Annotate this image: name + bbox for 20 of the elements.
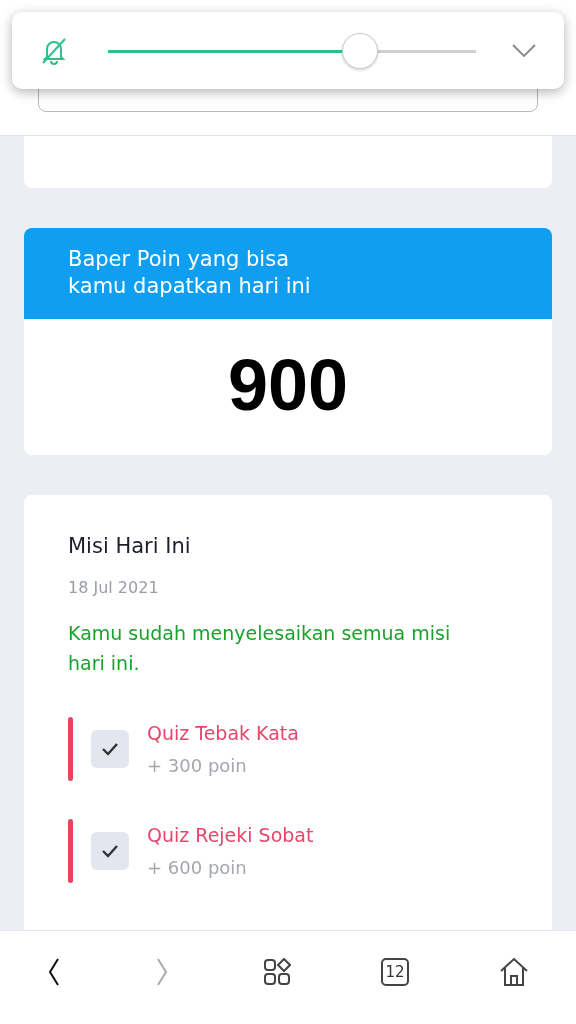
checkmark-icon	[101, 741, 119, 756]
apps-icon	[263, 957, 291, 986]
mission-name: Quiz Tebak Kata	[147, 721, 299, 747]
checkbox[interactable]	[91, 831, 129, 870]
section-title: Misi Hari Ini	[68, 532, 192, 560]
mission-points: + 600 poin	[147, 855, 248, 880]
points-value: 900	[226, 343, 350, 427]
chevron-left-icon	[47, 956, 61, 987]
points-title: Baper Poin yang bisa kamu dapatkan hari ini	[24, 228, 552, 319]
checkmark-icon	[101, 843, 119, 858]
tabs-button[interactable]: 12	[381, 957, 409, 986]
checkbox[interactable]	[91, 729, 129, 768]
date-text: 18 Jul 2021	[68, 577, 160, 600]
status-message: Kamu sudah menyelesaikan semua misi hari ini.	[68, 621, 452, 677]
mission-points: + 300 poin	[147, 753, 248, 778]
volume-slider[interactable]	[108, 31, 476, 70]
chevron-right-icon	[155, 956, 169, 987]
chevron-down-icon[interactable]	[512, 43, 536, 58]
home-icon	[499, 956, 529, 987]
mission-name: Quiz Rejeki Sobat	[147, 823, 314, 849]
